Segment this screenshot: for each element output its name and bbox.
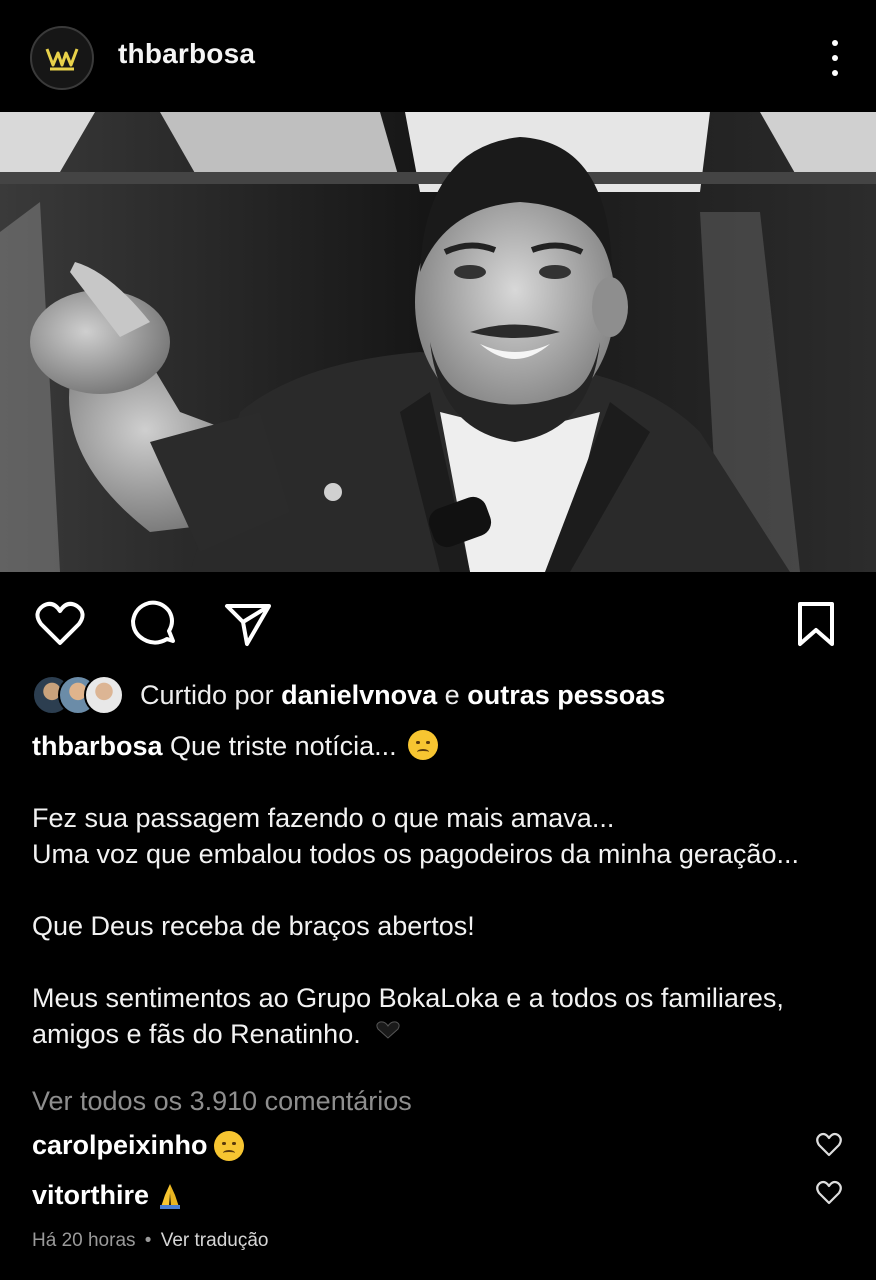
post-caption: thbarbosa Que triste notícia... Fez sua …: [32, 728, 852, 1052]
liker-username[interactable]: danielvnova: [281, 680, 437, 710]
caption-line: Uma voz que embalou todos os pagodeiros …: [32, 839, 799, 869]
share-send-icon[interactable]: [222, 598, 274, 650]
black-heart-icon: [376, 1021, 400, 1039]
action-bar: [0, 572, 876, 672]
comment-row: carolpeixinho: [32, 1130, 244, 1161]
translate-link[interactable]: Ver tradução: [161, 1230, 269, 1251]
liker-avatar: [84, 675, 124, 715]
caption-line: Fez sua passagem fazendo o que mais amav…: [32, 803, 615, 833]
crown-logo-icon: [45, 48, 79, 71]
save-bookmark-icon[interactable]: [790, 598, 842, 650]
profile-avatar[interactable]: [30, 26, 94, 90]
comment-like-heart-icon[interactable]: [816, 1180, 842, 1206]
meta-separator: •: [144, 1230, 152, 1251]
caption-first-line: Que triste notícia...: [170, 731, 397, 761]
like-heart-icon[interactable]: [34, 598, 86, 650]
liked-by-others-link[interactable]: outras pessoas: [467, 680, 665, 710]
comment-row: vitorthire: [32, 1180, 185, 1211]
caption-line: Meus sentimentos ao Grupo BokaLoka e a t…: [32, 983, 784, 1013]
caption-username[interactable]: thbarbosa: [32, 731, 163, 761]
more-options-icon[interactable]: [828, 40, 842, 76]
comment-like-heart-icon[interactable]: [816, 1132, 842, 1158]
post-username[interactable]: thbarbosa: [118, 38, 255, 70]
post-meta: Há 20 horas • Ver tradução: [32, 1230, 268, 1252]
folded-hands-emoji: [160, 1183, 181, 1209]
disappointed-face-emoji: [408, 730, 439, 760]
comment-username[interactable]: carolpeixinho: [32, 1130, 208, 1161]
caption-line: Que Deus receba de braços abertos!: [32, 911, 475, 941]
pensive-face-emoji: [213, 1130, 244, 1161]
comment-username[interactable]: vitorthire: [32, 1180, 149, 1211]
view-all-comments-link[interactable]: Ver todos os 3.910 comentários: [32, 1086, 412, 1117]
post-image[interactable]: [0, 112, 876, 572]
post-timestamp: Há 20 horas: [32, 1230, 136, 1251]
caption-line: amigos e fãs do Renatinho.: [32, 1019, 361, 1049]
likes-text: Curtido por danielvnova e outras pessoas: [140, 679, 666, 710]
likes-summary[interactable]: Curtido por danielvnova e outras pessoas: [32, 672, 665, 718]
post-header: thbarbosa: [0, 0, 876, 112]
comment-bubble-icon[interactable]: [128, 598, 180, 650]
